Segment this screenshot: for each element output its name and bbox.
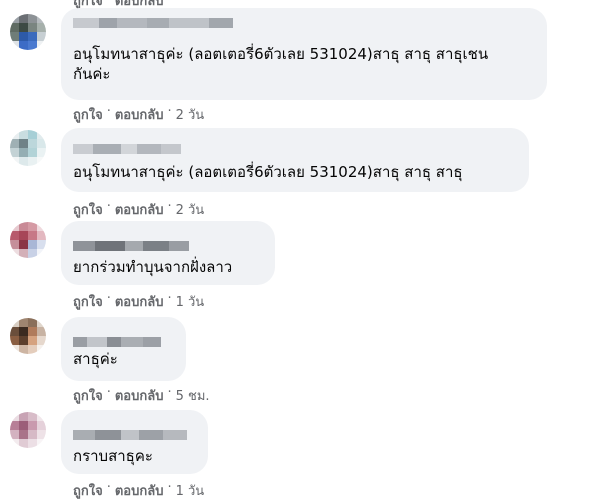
avatar[interactable]	[10, 130, 46, 166]
like-link[interactable]: ถูกใจ	[73, 291, 103, 312]
commenter-name[interactable]	[73, 144, 181, 154]
reply-link[interactable]: ตอบกลับ	[115, 385, 164, 406]
comment-actions: ถูกใจ · ตอบกลับ · 1 วัน	[73, 480, 204, 501]
timestamp[interactable]: 1 วัน	[176, 480, 205, 501]
reply-link[interactable]: ตอบกลับ	[115, 291, 164, 312]
timestamp[interactable]: 1 วัน	[176, 291, 205, 312]
separator: ·	[167, 104, 172, 119]
like-link[interactable]: ถูกใจ	[73, 385, 103, 406]
comment-actions: ถูกใจ · ตอบกลับ · 2 วัน	[73, 104, 204, 125]
comment-bubble: อนุโมทนาสาธุค่ะ (ลอตเตอรี่6ตัวเลย 531024…	[61, 128, 529, 192]
timestamp[interactable]: 2 วัน	[176, 199, 205, 220]
like-link[interactable]: ถูกใจ	[73, 104, 103, 125]
comment-actions: ถูกใจ · ตอบกลับ · 1 วัน	[73, 291, 204, 312]
commenter-name[interactable]	[73, 430, 187, 440]
avatar[interactable]	[10, 412, 46, 448]
commenter-name[interactable]	[73, 337, 161, 347]
reply-link[interactable]: ตอบกลับ	[115, 104, 164, 125]
avatar[interactable]	[10, 318, 46, 354]
avatar[interactable]	[10, 14, 46, 50]
separator: ·	[106, 104, 111, 119]
comment-text: อนุโมทนาสาธุค่ะ (ลอตเตอรี่6ตัวเลย 531024…	[73, 45, 489, 83]
separator: ·	[167, 199, 172, 214]
comment-text: สาธุค่ะ	[73, 350, 118, 368]
commenter-name[interactable]	[73, 241, 189, 251]
separator: ·	[167, 385, 172, 400]
timestamp[interactable]: 5 ชม.	[176, 385, 210, 406]
separator: ·	[106, 291, 111, 306]
separator: ·	[106, 385, 111, 400]
separator: ·	[167, 480, 172, 495]
comment-bubble: ยากร่วมทำบุนจากฝั่งลาว	[61, 221, 275, 285]
comment-actions: ถูกใจ · ตอบกลับ · 5 ชม.	[73, 385, 210, 406]
comment-bubble: กราบสาธุคะ	[61, 410, 208, 474]
comment-actions: ถูกใจ · ตอบกลับ · 2 วัน	[73, 199, 204, 220]
like-link[interactable]: ถูกใจ	[73, 480, 103, 501]
reply-link[interactable]: ตอบกลับ	[115, 480, 164, 501]
avatar[interactable]	[10, 222, 46, 258]
separator: ·	[167, 291, 172, 306]
comment-bubble: สาธุค่ะ	[61, 317, 186, 381]
separator: ·	[106, 199, 111, 214]
commenter-name[interactable]	[73, 18, 233, 28]
comment-text: ยากร่วมทำบุนจากฝั่งลาว	[73, 258, 233, 276]
separator: ·	[106, 480, 111, 495]
comment-bubble: อนุโมทนาสาธุค่ะ (ลอตเตอรี่6ตัวเลย 531024…	[61, 8, 547, 100]
reply-link[interactable]: ตอบกลับ	[115, 199, 164, 220]
timestamp[interactable]: 2 วัน	[176, 104, 205, 125]
comment-text: กราบสาธุคะ	[73, 447, 153, 465]
comment-text: อนุโมทนาสาธุค่ะ (ลอตเตอรี่6ตัวเลย 531024…	[73, 163, 463, 181]
like-link[interactable]: ถูกใจ	[73, 199, 103, 220]
